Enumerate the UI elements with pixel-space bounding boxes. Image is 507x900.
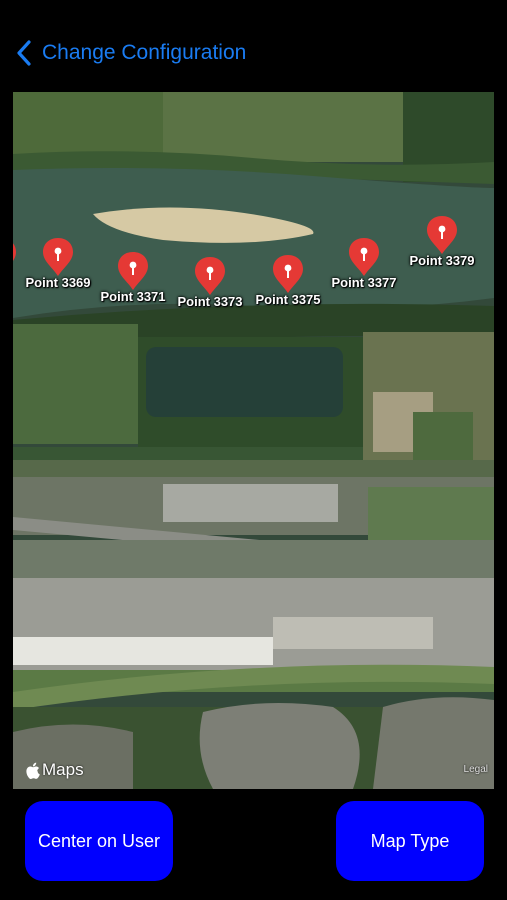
map-pin-label: Point 3377 — [331, 275, 397, 290]
satellite-imagery — [13, 92, 494, 789]
center-on-user-button[interactable]: Center on User — [25, 801, 173, 881]
navigation-bar: Change Configuration — [0, 0, 507, 92]
map-view[interactable]: 7 Point 3369 Point 3371 Point 3373 Point… — [13, 92, 494, 789]
apple-logo-icon — [26, 762, 40, 779]
map-pin-label: Point 3375 — [255, 292, 321, 307]
back-button[interactable]: Change Configuration — [14, 36, 246, 70]
back-button-label: Change Configuration — [42, 41, 247, 64]
map-type-button[interactable]: Map Type — [336, 801, 484, 881]
map-pin-label: Point 3379 — [409, 253, 475, 268]
map-pin[interactable]: P — [484, 194, 494, 248]
map-marker-icon — [427, 216, 457, 254]
map-pin[interactable]: Point 3379 — [387, 214, 494, 268]
legal-link[interactable]: Legal — [464, 764, 488, 775]
map-pin-label: P — [484, 233, 494, 248]
maps-attribution-label: Maps — [42, 760, 84, 779]
maps-attribution: Maps — [25, 760, 84, 780]
map-marker-icon — [273, 255, 303, 293]
map-marker-icon — [118, 252, 148, 290]
map-marker-icon — [195, 257, 225, 295]
map-marker-icon — [43, 238, 73, 276]
chevron-left-icon — [17, 40, 31, 66]
map-marker-icon — [349, 238, 379, 276]
